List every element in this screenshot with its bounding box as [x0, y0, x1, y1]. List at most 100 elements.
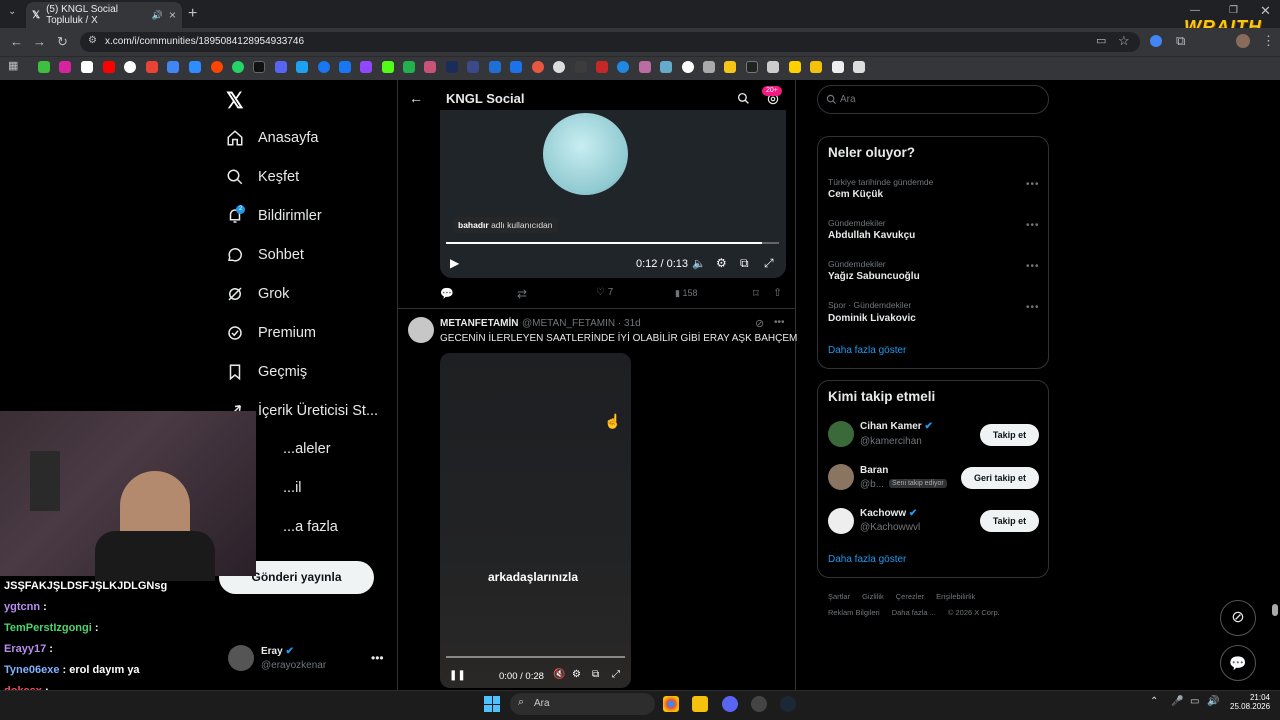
- nav-messages[interactable]: Sohbet: [226, 246, 304, 264]
- nav-bookmarks[interactable]: Geçmiş: [226, 363, 307, 381]
- network-icon[interactable]: ▭: [1190, 696, 1199, 707]
- start-icon[interactable]: [484, 696, 500, 712]
- close-tab-icon[interactable]: ×: [169, 8, 176, 22]
- repost-icon[interactable]: ⇄: [517, 287, 527, 301]
- bookmark-icon[interactable]: ⌑: [753, 287, 759, 300]
- bookmark-icon[interactable]: [275, 61, 287, 73]
- grok-fab-icon[interactable]: ⊘: [1220, 600, 1256, 636]
- bookmark-icon[interactable]: [253, 61, 265, 73]
- pip-icon[interactable]: ⧉: [740, 256, 749, 271]
- menu-icon[interactable]: ⋮: [1262, 33, 1275, 49]
- scrollbar-thumb[interactable]: [1272, 604, 1278, 616]
- suggestion-name[interactable]: Cihan Kamer ✔: [860, 421, 933, 432]
- facebook-bookmark-icon[interactable]: [339, 61, 351, 73]
- volume-icon[interactable]: 🔊: [1207, 696, 1219, 707]
- nav-profile[interactable]: ...il: [283, 480, 302, 496]
- reload-icon[interactable]: ↻: [57, 34, 68, 50]
- trend-name[interactable]: Yağız Sabuncuoğlu: [828, 271, 920, 282]
- site-info-icon[interactable]: ⚙: [88, 35, 97, 46]
- video-settings-icon[interactable]: ⚙: [716, 256, 727, 270]
- bookmark-icon[interactable]: [639, 61, 651, 73]
- suggestion-avatar[interactable]: [828, 464, 854, 490]
- bookmark-icon[interactable]: [318, 61, 330, 73]
- trend-name[interactable]: Abdullah Kavukçu: [828, 230, 915, 241]
- nav-articles[interactable]: ...aleler: [283, 441, 331, 457]
- footer-link[interactable]: Şartlar: [828, 592, 850, 601]
- nav-more[interactable]: ...a fazla: [283, 519, 338, 535]
- bookmark-icon[interactable]: [553, 61, 565, 73]
- fullscreen-icon[interactable]: ⤢: [764, 256, 774, 271]
- bookmark-icon[interactable]: [403, 61, 415, 73]
- user-avatar[interactable]: [228, 645, 254, 671]
- show-more-suggestions[interactable]: Daha fazla göster: [828, 554, 906, 565]
- pip-icon[interactable]: ⧉: [592, 669, 599, 680]
- account-menu-icon[interactable]: •••: [371, 651, 384, 665]
- twitch-bookmark-icon[interactable]: [360, 61, 372, 73]
- nav-premium[interactable]: Premium: [226, 324, 316, 342]
- reddit-bookmark-icon[interactable]: [211, 61, 223, 73]
- video-progress-track[interactable]: [446, 656, 625, 658]
- bookmark-icon[interactable]: [832, 61, 844, 73]
- footer-link[interactable]: Erişilebilirlik: [936, 592, 975, 601]
- extension-icon[interactable]: [1150, 35, 1162, 47]
- bookmark-icon[interactable]: [682, 61, 694, 73]
- grok-icon[interactable]: ⊘: [755, 317, 764, 330]
- follow-button[interactable]: Takip et: [980, 424, 1039, 446]
- trend-name[interactable]: Cem Küçük: [828, 189, 883, 200]
- like-button[interactable]: ♡ 7: [596, 287, 613, 298]
- messages-fab-icon[interactable]: 💬: [1220, 645, 1256, 681]
- microphone-icon[interactable]: 🎤: [1171, 696, 1183, 707]
- whatsapp-bookmark-icon[interactable]: [232, 61, 244, 73]
- video-progress-track[interactable]: [446, 242, 779, 244]
- trend-more-icon[interactable]: •••: [1026, 179, 1040, 190]
- google-bookmark-icon[interactable]: [124, 61, 136, 73]
- maximize-icon[interactable]: ❐: [1229, 5, 1238, 16]
- apps-icon[interactable]: ▦: [8, 59, 18, 72]
- bookmark-icon[interactable]: [575, 61, 587, 73]
- x-logo-icon[interactable]: 𝕏: [226, 88, 244, 114]
- video-player[interactable]: [440, 353, 631, 688]
- explorer-taskbar-icon[interactable]: [692, 696, 708, 712]
- share-icon[interactable]: ⇧: [773, 286, 782, 299]
- bookmark-icon[interactable]: [424, 61, 436, 73]
- video-player[interactable]: [440, 110, 786, 278]
- minimize-icon[interactable]: —: [1190, 5, 1200, 16]
- play-icon[interactable]: ▶: [450, 256, 459, 270]
- steam-taskbar-icon[interactable]: [780, 696, 796, 712]
- show-more-trends[interactable]: Daha fazla göster: [828, 345, 906, 356]
- bookmark-icon[interactable]: [660, 61, 672, 73]
- bookmark-icon[interactable]: [296, 61, 308, 73]
- folder-bookmark-icon[interactable]: [810, 61, 822, 73]
- bookmark-icon[interactable]: [382, 61, 394, 73]
- bookmark-icon[interactable]: [467, 61, 479, 73]
- bookmark-icon[interactable]: [167, 61, 179, 73]
- reply-icon[interactable]: 💬: [440, 287, 454, 300]
- chrome-taskbar-icon[interactable]: [663, 696, 679, 712]
- bookmark-icon[interactable]: [189, 61, 201, 73]
- bookmark-icon[interactable]: [617, 61, 629, 73]
- nav-explore[interactable]: Keşfet: [226, 168, 299, 186]
- youtube-bookmark-icon[interactable]: [103, 61, 115, 73]
- discord-taskbar-icon[interactable]: [722, 696, 738, 712]
- user-name[interactable]: Eray ✔: [261, 646, 294, 657]
- bookmark-icon[interactable]: [38, 61, 50, 73]
- author-name[interactable]: METANFETAMİN: [440, 318, 519, 329]
- x-bookmark-icon[interactable]: [81, 61, 93, 73]
- browser-tab[interactable]: 𝕏 (5) KNGL Social Topluluk / X 🔊 ×: [26, 2, 182, 28]
- bookmark-icon[interactable]: [767, 61, 779, 73]
- search-icon[interactable]: [737, 92, 750, 105]
- bookmark-icon[interactable]: [446, 61, 458, 73]
- app-taskbar-icon[interactable]: [751, 696, 767, 712]
- back-arrow-icon[interactable]: ←: [409, 90, 423, 106]
- taskbar-search[interactable]: Ara: [510, 693, 655, 715]
- author-handle[interactable]: @METAN_FETAMIN · 31d: [522, 318, 641, 329]
- nav-home[interactable]: Anasayfa: [226, 129, 318, 147]
- video-attribution[interactable]: bahadır adlı kullanıcıdan: [453, 217, 558, 233]
- new-tab-icon[interactable]: +: [188, 5, 197, 23]
- fullscreen-icon[interactable]: ⤢: [612, 669, 620, 680]
- suggestion-name[interactable]: Kachoww ✔: [860, 508, 917, 519]
- footer-link[interactable]: Çerezler: [896, 592, 924, 601]
- bookmark-icon[interactable]: [532, 61, 544, 73]
- profile-avatar[interactable]: [1236, 34, 1250, 48]
- views-button[interactable]: ▮ 158: [675, 288, 698, 299]
